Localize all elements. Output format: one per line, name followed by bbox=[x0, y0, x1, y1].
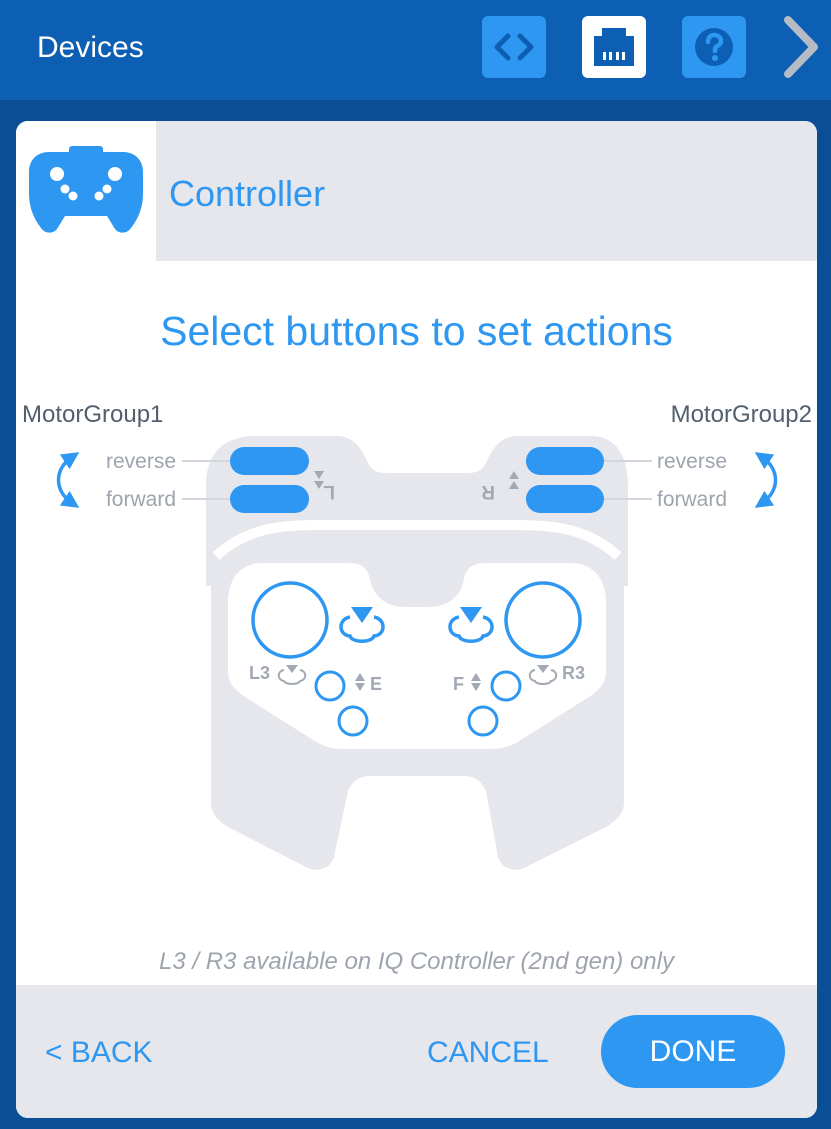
code-icon bbox=[494, 33, 534, 61]
left-forward-label: forward bbox=[106, 488, 176, 511]
page-title: Devices bbox=[37, 31, 144, 64]
device-header: Controller bbox=[16, 121, 817, 261]
f-down-button[interactable] bbox=[467, 705, 499, 737]
l-down-button[interactable] bbox=[230, 485, 309, 513]
l-up-button[interactable] bbox=[230, 447, 309, 475]
done-button[interactable]: DONE bbox=[601, 1015, 785, 1088]
help-icon bbox=[695, 28, 733, 66]
e-label: E bbox=[370, 674, 382, 694]
f-label: F bbox=[453, 674, 464, 694]
r-down-button[interactable] bbox=[526, 485, 604, 513]
top-bar: Devices bbox=[0, 0, 831, 100]
shoulder-r-letter: R bbox=[481, 481, 495, 502]
l3-label: L3 bbox=[249, 663, 270, 683]
device-icon-box bbox=[16, 121, 156, 261]
motorgroup2-label: MotorGroup2 bbox=[671, 401, 812, 428]
cancel-button[interactable]: CANCEL bbox=[427, 1035, 549, 1071]
f-up-button[interactable] bbox=[490, 670, 522, 702]
footer: < BACK CANCEL DONE bbox=[16, 985, 817, 1118]
motorgroup1-label: MotorGroup1 bbox=[22, 401, 163, 428]
right-reverse-label: reverse bbox=[657, 450, 727, 473]
chevron-right-icon[interactable] bbox=[776, 12, 826, 82]
help-button[interactable] bbox=[682, 16, 746, 78]
instruction-heading: Select buttons to set actions bbox=[160, 308, 673, 354]
right-rotate-icon bbox=[754, 452, 778, 508]
right-joystick[interactable] bbox=[504, 581, 582, 659]
left-rotate-icon bbox=[56, 452, 80, 508]
e-up-button[interactable] bbox=[314, 670, 346, 702]
gamepad-icon bbox=[29, 146, 143, 233]
back-button[interactable]: < BACK bbox=[45, 1035, 153, 1071]
left-reverse-label: reverse bbox=[106, 450, 176, 473]
compatibility-note: L3 / R3 available on IQ Controller (2nd … bbox=[159, 948, 674, 975]
r-up-button[interactable] bbox=[526, 447, 604, 475]
port-icon bbox=[594, 28, 634, 66]
e-down-button[interactable] bbox=[337, 705, 369, 737]
shoulder-l-letter: L bbox=[323, 481, 335, 502]
left-joystick[interactable] bbox=[251, 581, 329, 659]
controller-config-panel: Controller Select buttons to set actions… bbox=[16, 121, 817, 1118]
devices-button[interactable] bbox=[582, 16, 646, 78]
code-button[interactable] bbox=[482, 16, 546, 78]
device-name: Controller bbox=[169, 173, 326, 214]
controller-diagram: MotorGroup1 reverse forward MotorGroup2 … bbox=[22, 401, 812, 870]
right-forward-label: forward bbox=[657, 488, 727, 511]
r3-label: R3 bbox=[562, 663, 585, 683]
